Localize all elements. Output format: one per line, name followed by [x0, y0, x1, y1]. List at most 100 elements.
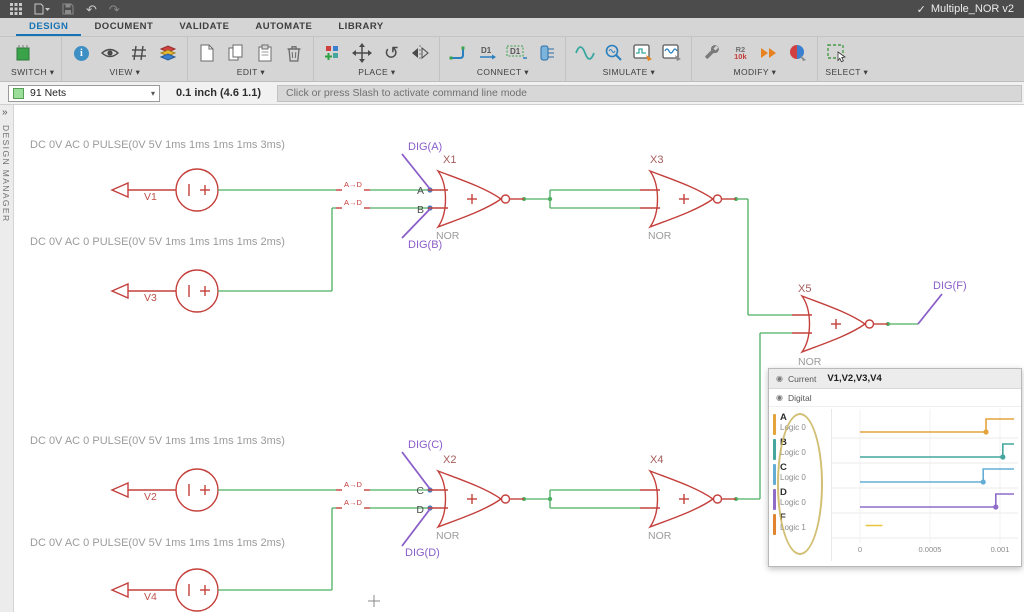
- pulse-annotation-v3[interactable]: DC 0V AC 0 PULSE(0V 5V 1ms 1ms 1ms 1ms 2…: [30, 236, 285, 248]
- ref-label-v4[interactable]: V4: [144, 591, 157, 603]
- rotate-icon[interactable]: ↺: [379, 40, 403, 66]
- net-label-dig-a: DIG(A): [408, 141, 442, 153]
- tab-library[interactable]: LIBRARY: [325, 17, 396, 36]
- toolbar-label-view[interactable]: VIEW ▾: [69, 67, 180, 80]
- toolbar-label-place[interactable]: PLACE ▾: [321, 67, 432, 80]
- waveform-plot[interactable]: 0 0.0005 0.001: [831, 409, 1021, 561]
- toolbar-label-modify[interactable]: MODIFY ▾: [699, 67, 810, 80]
- adc-converters[interactable]: A→D A→D A→D A→D: [336, 180, 370, 508]
- eye-icon[interactable]: [98, 40, 122, 66]
- voltage-source-v4[interactable]: [112, 569, 218, 611]
- place-component-icon[interactable]: [321, 40, 345, 66]
- signal-state: Logic 0: [780, 423, 806, 432]
- toolbar-label-select[interactable]: SELECT ▾: [825, 67, 868, 80]
- voltage-source-v2[interactable]: [112, 469, 218, 511]
- new-document-icon[interactable]: [195, 40, 219, 66]
- toolbar-group-view: i VIEW ▾: [62, 37, 188, 81]
- signal-color-bar: [773, 439, 776, 460]
- delete-icon[interactable]: [282, 40, 306, 66]
- signal-name: F: [780, 513, 806, 523]
- signal-name: D: [780, 488, 806, 498]
- expand-panel-icon[interactable]: »: [2, 107, 8, 118]
- schematic-canvas[interactable]: » DESIGN MANAGER: [0, 105, 1024, 612]
- waveform-panel-header[interactable]: ◉ Current V1,V2,V3,V4: [769, 369, 1021, 389]
- ref-label-v1[interactable]: V1: [144, 191, 157, 203]
- nor-gate-x3[interactable]: [640, 171, 736, 227]
- save-icon[interactable]: [62, 3, 74, 15]
- nor-gate-x2[interactable]: [428, 471, 524, 527]
- svg-text:D1: D1: [510, 47, 521, 56]
- signal-row-c[interactable]: CLogic 0: [773, 463, 831, 487]
- switch-chip-icon[interactable]: [11, 40, 35, 66]
- command-line-input[interactable]: Click or press Slash to activate command…: [277, 85, 1022, 102]
- signal-state: Logic 0: [780, 473, 806, 482]
- probe-wave-icon[interactable]: [602, 40, 626, 66]
- toolbar-group-switch: SWITCH ▾: [4, 37, 62, 81]
- tab-design[interactable]: DESIGN: [16, 17, 81, 36]
- net-label-dig-b: DIG(B): [408, 239, 442, 251]
- nor-gate-x4[interactable]: [640, 471, 736, 527]
- toolbar-label-switch[interactable]: SWITCH ▾: [11, 67, 54, 80]
- grid-icon[interactable]: [127, 40, 151, 66]
- type-label-x4: NOR: [648, 530, 672, 542]
- move-icon[interactable]: [350, 40, 374, 66]
- tab-document[interactable]: DOCUMENT: [81, 17, 166, 36]
- ref-label-x4[interactable]: X4: [650, 454, 663, 466]
- paste-icon[interactable]: [253, 40, 277, 66]
- net-label-icon[interactable]: D1: [476, 40, 500, 66]
- signal-name: B: [780, 438, 806, 448]
- waveform-panel[interactable]: ◉ Current V1,V2,V3,V4 ◉ Digital ALogic 0…: [768, 368, 1022, 567]
- toolbar-label-connect[interactable]: CONNECT ▾: [447, 67, 558, 80]
- input-junction-dots: [427, 187, 432, 510]
- net-label-frame-icon[interactable]: D1: [505, 40, 529, 66]
- layers-icon[interactable]: [156, 40, 180, 66]
- value-icon[interactable]: R210k: [728, 40, 752, 66]
- signal-row-f[interactable]: FLogic 1: [773, 513, 831, 537]
- pin-label-b: B: [417, 204, 424, 216]
- file-menu-icon[interactable]: [34, 3, 50, 15]
- ref-label-v3[interactable]: V3: [144, 292, 157, 304]
- app-grid-icon[interactable]: [10, 3, 22, 15]
- signal-row-b[interactable]: BLogic 0: [773, 438, 831, 462]
- scope-icon[interactable]: [631, 40, 655, 66]
- net-color-swatch: [13, 88, 24, 99]
- undo-icon[interactable]: ↶: [86, 3, 97, 16]
- pulse-annotation-v4[interactable]: DC 0V AC 0 PULSE(0V 5V 1ms 1ms 1ms 1ms 2…: [30, 537, 285, 549]
- signal-row-d[interactable]: DLogic 0: [773, 488, 831, 512]
- type-label-x3: NOR: [648, 230, 672, 242]
- wrench-icon[interactable]: [699, 40, 723, 66]
- redo-icon[interactable]: ↷: [109, 3, 120, 16]
- ref-label-v2[interactable]: V2: [144, 491, 157, 503]
- signal-row-a[interactable]: ALogic 0: [773, 413, 831, 437]
- tab-automate[interactable]: AUTOMATE: [242, 17, 325, 36]
- swap-arrows-icon[interactable]: [757, 40, 781, 66]
- pulse-annotation-v1[interactable]: DC 0V AC 0 PULSE(0V 5V 1ms 1ms 1ms 1ms 3…: [30, 139, 285, 151]
- command-bar: 91 Nets ▾ 0.1 inch (4.6 1.1) Click or pr…: [0, 82, 1024, 105]
- voltage-source-v3[interactable]: [112, 270, 218, 312]
- signal-state: Logic 0: [780, 498, 806, 507]
- ref-label-x1[interactable]: X1: [443, 154, 456, 166]
- color-wheel-icon[interactable]: [786, 40, 810, 66]
- toolbar-label-simulate[interactable]: SIMULATE ▾: [573, 67, 684, 80]
- select-box-icon[interactable]: [825, 40, 849, 66]
- design-manager-strip[interactable]: » DESIGN MANAGER: [0, 105, 14, 612]
- waveform-section-row[interactable]: ◉ Digital: [769, 389, 1021, 407]
- scope-edit-icon[interactable]: [660, 40, 684, 66]
- toolbar-label-edit[interactable]: EDIT ▾: [195, 67, 306, 80]
- copy-icon[interactable]: [224, 40, 248, 66]
- bus-icon[interactable]: [534, 40, 558, 66]
- pulse-annotation-v2[interactable]: DC 0V AC 0 PULSE(0V 5V 1ms 1ms 1ms 1ms 3…: [30, 435, 285, 447]
- nor-gate-x5[interactable]: [792, 296, 888, 352]
- signal-wave-icon[interactable]: [573, 40, 597, 66]
- net-wire-icon[interactable]: [447, 40, 471, 66]
- ref-label-x2[interactable]: X2: [443, 454, 456, 466]
- nets-dropdown[interactable]: 91 Nets ▾: [8, 85, 160, 102]
- info-icon[interactable]: i: [69, 40, 93, 66]
- document-title-text: Multiple_NOR v2: [931, 3, 1014, 15]
- ref-label-x5[interactable]: X5: [798, 283, 811, 295]
- ref-label-x3[interactable]: X3: [650, 154, 663, 166]
- nor-gate-x1[interactable]: [428, 171, 524, 227]
- mirror-icon[interactable]: [408, 40, 432, 66]
- voltage-source-v1[interactable]: [112, 169, 218, 211]
- tab-validate[interactable]: VALIDATE: [166, 17, 242, 36]
